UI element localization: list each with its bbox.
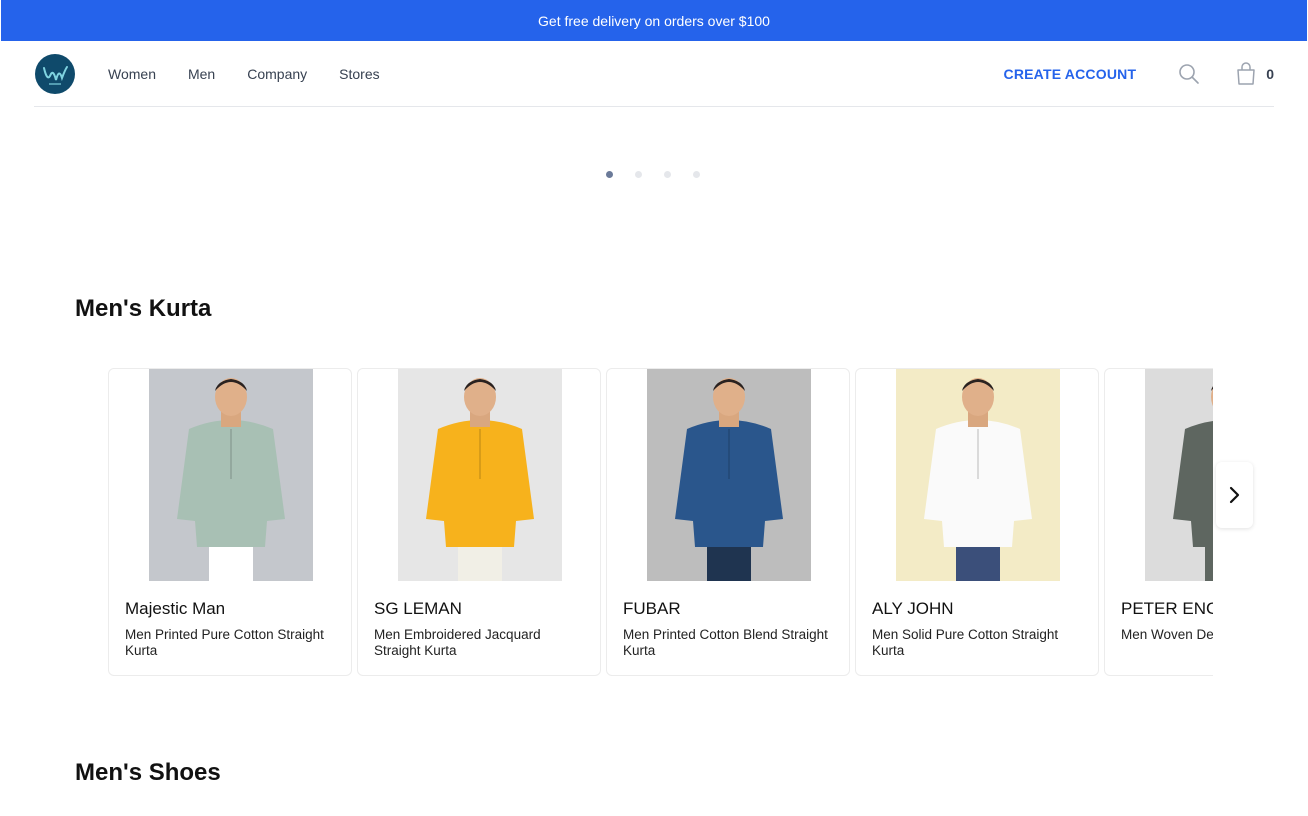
shopping-bag-icon[interactable] [1235,61,1257,86]
model-photo-icon [896,369,1060,581]
model-photo-icon [1145,369,1213,581]
product-card[interactable]: PETER ENGLAND Men Woven Design Straight … [1104,368,1213,676]
cart-count: 0 [1266,65,1274,82]
product-image[interactable] [398,369,562,581]
model-photo-icon [647,369,811,581]
site-header: Women Men Company Stores CREATE ACCOUNT … [34,41,1274,107]
page: Get free delivery on orders over $100 Wo… [0,0,1308,816]
logo-mark-icon [36,54,74,93]
carousel-next-button[interactable] [1216,462,1253,528]
product-brand: FUBAR [623,599,681,618]
section-title-shoes: Men's Shoes [75,759,221,786]
nav-men[interactable]: Men [188,66,215,82]
product-description: Men Embroidered Jacquard Straight Kurta [374,627,541,658]
product-description: Men Woven Design Straight Kurta [1121,627,1213,642]
product-card[interactable]: SG LEMAN Men Embroidered Jacquard Straig… [357,368,601,676]
product-brand: PETER ENGLAND [1121,599,1213,618]
product-card[interactable]: FUBAR Men Printed Cotton Blend Straight … [606,368,850,676]
carousel-dot-4[interactable] [693,171,700,178]
product-track: Majestic Man Men Printed Pure Cotton Str… [108,368,1213,676]
product-card[interactable]: ALY JOHN Men Solid Pure Cotton Straight … [855,368,1099,676]
promo-bar: Get free delivery on orders over $100 [1,0,1307,41]
product-brand: ALY JOHN [872,599,954,618]
product-carousel: Majestic Man Men Printed Pure Cotton Str… [108,368,1213,676]
chevron-right-icon [1229,486,1239,504]
product-image[interactable] [647,369,811,581]
section-title-kurta: Men's Kurta [75,295,212,322]
model-photo-icon [398,369,562,581]
main-nav: Women Men Company Stores [108,66,412,82]
carousel-dot-3[interactable] [664,171,671,178]
product-brand: SG LEMAN [374,599,462,618]
product-image[interactable] [896,369,1060,581]
carousel-dot-2[interactable] [635,171,642,178]
header-actions: CREATE ACCOUNT 0 [1004,61,1274,86]
promo-text: Get free delivery on orders over $100 [538,12,770,29]
logo[interactable] [35,53,75,94]
nav-women[interactable]: Women [108,66,156,82]
product-description: Men Solid Pure Cotton Straight Kurta [872,627,1059,658]
create-account-link[interactable]: CREATE ACCOUNT [1004,66,1137,82]
carousel-dots [606,171,722,178]
search-icon[interactable] [1178,63,1200,85]
product-image[interactable] [1145,369,1213,581]
product-image[interactable] [149,369,313,581]
product-description: Men Printed Pure Cotton Straight Kurta [125,627,324,658]
model-photo-icon [149,369,313,581]
product-card[interactable]: Majestic Man Men Printed Pure Cotton Str… [108,368,352,676]
carousel-dot-1[interactable] [606,171,613,178]
nav-stores[interactable]: Stores [339,66,379,82]
product-description: Men Printed Cotton Blend Straight Kurta [623,627,828,658]
nav-company[interactable]: Company [247,66,307,82]
product-brand: Majestic Man [125,599,226,618]
